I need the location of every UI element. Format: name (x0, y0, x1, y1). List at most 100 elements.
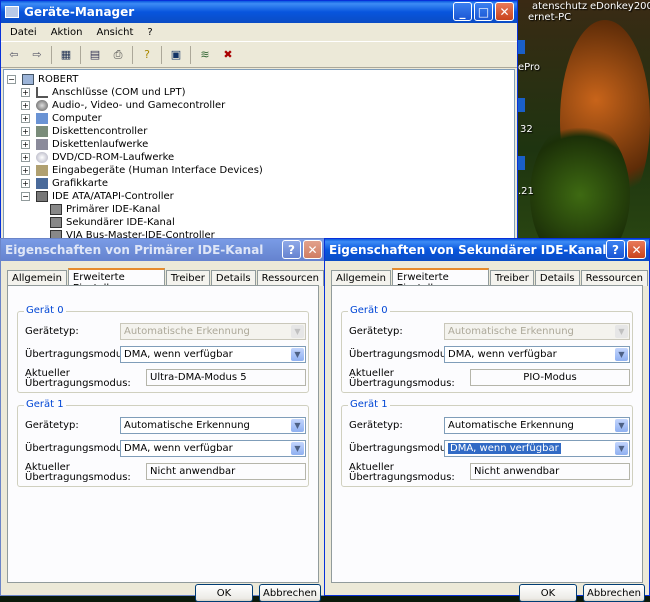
tree-item[interactable]: + Eingabegeräte (Human Interface Devices) (21, 164, 263, 177)
toolbar-separator (80, 45, 81, 64)
desktop-icon-label[interactable]: eDonkey2000 (590, 1, 650, 12)
help-button[interactable]: ? (282, 240, 301, 259)
dialog-titlebar[interactable]: Eigenschaften von Primärer IDE-Kanal ? ✕ (1, 239, 325, 261)
tab-details[interactable]: Details (534, 270, 580, 286)
desktop-icon-label[interactable]: ePro (518, 62, 540, 73)
select-value: DMA, wenn verfügbar (124, 443, 233, 454)
device-type-select: Automatische Erkennung ▼ (444, 323, 630, 340)
chevron-down-icon[interactable]: ▼ (615, 348, 628, 361)
expand-icon[interactable]: + (21, 88, 30, 97)
desktop-icon[interactable] (517, 156, 525, 170)
tab-allgemein[interactable]: Allgemein (331, 270, 391, 286)
uninstall-icon[interactable]: ✖ (219, 46, 237, 64)
ok-button[interactable]: OK (519, 584, 577, 602)
device-type-select[interactable]: Automatische Erkennung ▼ (120, 417, 306, 434)
tree-item-label: IDE ATA/ATAPI-Controller (52, 191, 174, 202)
tree-item[interactable]: + DVD/CD-ROM-Laufwerke (21, 151, 174, 164)
help-button[interactable]: ? (606, 240, 625, 259)
transfer-mode-select[interactable]: DMA, wenn verfügbar ▼ (120, 346, 306, 363)
desktop-icon[interactable] (517, 40, 525, 54)
expand-icon[interactable]: + (21, 101, 30, 110)
collapse-icon[interactable]: − (7, 75, 16, 84)
properties-icon[interactable]: ▤ (86, 46, 104, 64)
transfer-mode-select[interactable]: DMA, wenn verfügbar ▼ (444, 440, 630, 457)
menu-datei[interactable]: Datei (3, 27, 44, 38)
transfer-mode-label: Übertragungsmodus: (349, 349, 455, 360)
help-icon[interactable]: ? (138, 46, 156, 64)
menu-bar: Datei Aktion Ansicht ? (1, 23, 517, 42)
transfer-mode-label: Übertragungsmodus: (25, 349, 131, 360)
dialog-titlebar[interactable]: Eigenschaften von Sekundärer IDE-Kanal ?… (325, 239, 649, 261)
window-title: Geräte-Manager (24, 5, 135, 19)
tree-item-label: Diskettenlaufwerke (52, 139, 149, 150)
device-type-label: Gerätetyp: (349, 420, 403, 431)
expand-icon[interactable]: + (21, 153, 30, 162)
tree-item[interactable]: + Anschlüsse (COM und LPT) (21, 86, 185, 99)
minimize-button[interactable]: _ (453, 2, 472, 21)
chevron-down-icon: ▼ (615, 325, 628, 338)
port-icon (36, 87, 48, 98)
group-label: Gerät 0 (24, 305, 66, 316)
tree-item-label: Eingabegeräte (Human Interface Devices) (52, 165, 263, 176)
menu-aktion[interactable]: Aktion (44, 27, 90, 38)
tree-item[interactable]: + Diskettencontroller (21, 125, 147, 138)
desktop-icon[interactable] (517, 98, 525, 112)
desktop-icon-label[interactable]: 32 (520, 124, 533, 135)
select-value: Automatische Erkennung (448, 326, 574, 337)
tab-erweiterte-einstellungen[interactable]: Erweiterte Einstellungen (391, 268, 489, 294)
tab-treiber[interactable]: Treiber (165, 270, 210, 286)
tab-erweiterte-einstellungen[interactable]: Erweiterte Einstellungen (67, 268, 165, 294)
expand-icon[interactable]: + (21, 140, 30, 149)
tree-child[interactable]: Sekundärer IDE-Kanal (50, 216, 175, 229)
tab-allgemein[interactable]: Allgemein (7, 270, 67, 286)
forward-icon[interactable]: ⇨ (28, 46, 46, 64)
tree-item-label: Diskettencontroller (52, 126, 148, 137)
tree-root[interactable]: − ROBERT (7, 73, 78, 86)
menu-help[interactable]: ? (140, 27, 159, 38)
cancel-button[interactable]: Abbrechen (583, 584, 645, 602)
desktop-icon-label[interactable]: .21 (518, 186, 534, 197)
close-button[interactable]: ✕ (495, 2, 514, 21)
transfer-mode-select[interactable]: DMA, wenn verfügbar ▼ (120, 440, 306, 457)
chevron-down-icon[interactable]: ▼ (291, 442, 304, 455)
view-icon[interactable]: ▦ (57, 46, 75, 64)
update-driver-icon[interactable]: ≋ (196, 46, 214, 64)
chevron-down-icon[interactable]: ▼ (291, 419, 304, 432)
tree-item[interactable]: + Diskettenlaufwerke (21, 138, 148, 151)
tab-treiber[interactable]: Treiber (489, 270, 534, 286)
device-manager-titlebar[interactable]: Geräte-Manager _ □ ✕ (1, 1, 517, 23)
device-type-select[interactable]: Automatische Erkennung ▼ (444, 417, 630, 434)
tree-item[interactable]: + Audio-, Video- und Gamecontroller (21, 99, 225, 112)
tab-ressourcen[interactable]: Ressourcen (580, 270, 648, 286)
ok-button[interactable]: OK (195, 584, 253, 602)
select-value: DMA, wenn verfügbar (448, 349, 557, 360)
tab-ressourcen[interactable]: Ressourcen (256, 270, 324, 286)
chevron-down-icon[interactable]: ▼ (615, 419, 628, 432)
desktop-icon-label[interactable]: ernet-PC (528, 12, 571, 23)
device1-group: Gerät 1 Gerätetyp: Automatische Erkennun… (341, 399, 633, 487)
print-icon[interactable]: ⎙ (109, 46, 127, 64)
close-button[interactable]: ✕ (303, 240, 322, 259)
menu-ansicht[interactable]: Ansicht (89, 27, 140, 38)
desktop-icon-label[interactable]: atenschutz (532, 1, 587, 12)
tree-item[interactable]: + Computer (21, 112, 102, 125)
tab-details[interactable]: Details (210, 270, 256, 286)
expand-icon[interactable]: + (21, 166, 30, 175)
scan-hardware-icon[interactable]: ▣ (167, 46, 185, 64)
back-icon[interactable]: ⇦ (5, 46, 23, 64)
collapse-icon[interactable]: − (21, 192, 30, 201)
tree-item[interactable]: − IDE ATA/ATAPI-Controller (21, 190, 174, 203)
tree-item-label: DVD/CD-ROM-Laufwerke (52, 152, 175, 163)
chevron-down-icon[interactable]: ▼ (615, 442, 628, 455)
tree-item[interactable]: + Grafikkarte (21, 177, 108, 190)
close-button[interactable]: ✕ (627, 240, 646, 259)
chevron-down-icon[interactable]: ▼ (291, 348, 304, 361)
expand-icon[interactable]: + (21, 179, 30, 188)
expand-icon[interactable]: + (21, 127, 30, 136)
tree-child[interactable]: Primärer IDE-Kanal (50, 203, 160, 216)
transfer-mode-select[interactable]: DMA, wenn verfügbar ▼ (444, 346, 630, 363)
expand-icon[interactable]: + (21, 114, 30, 123)
cancel-button[interactable]: Abbrechen (259, 584, 321, 602)
maximize-button[interactable]: □ (474, 2, 493, 21)
current-mode-label-2: Übertragungsmodus: (349, 378, 455, 389)
